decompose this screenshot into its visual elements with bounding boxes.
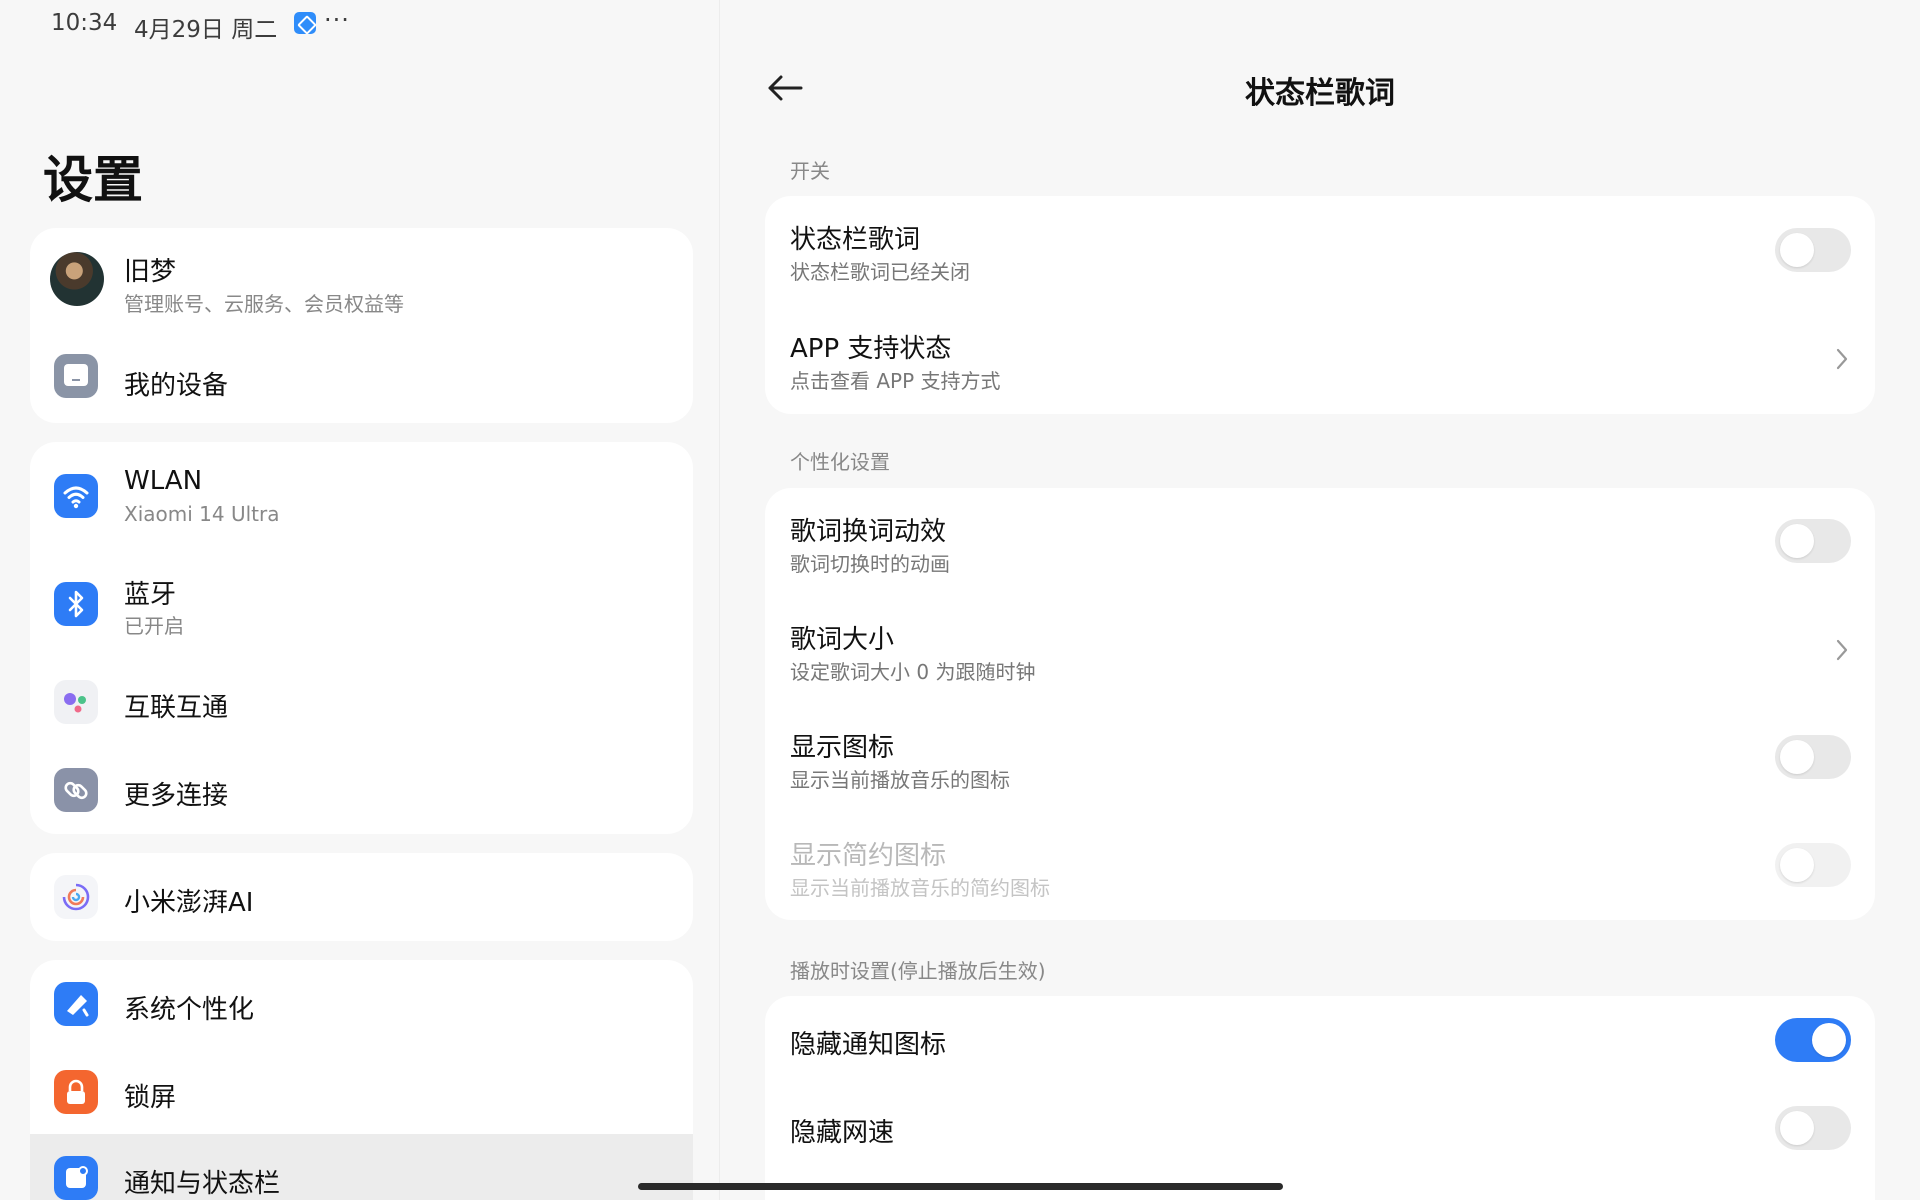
- connectivity-card: WLAN Xiaomi 14 Ultra 蓝牙 已开启 互联互通 更多连接: [30, 442, 693, 834]
- setting-hide-net-speed[interactable]: 隐藏网速: [765, 1084, 1875, 1172]
- setting-title: 隐藏网速: [790, 1118, 895, 1148]
- simple-icon-toggle: [1775, 843, 1851, 887]
- status-date: 4月29日 周二: [134, 17, 278, 43]
- personalization-card: 系统个性化 锁屏 通知与状态栏: [30, 960, 693, 1200]
- account-name: 旧梦: [124, 257, 177, 287]
- sidebar-item-label: 系统个性化: [124, 995, 255, 1025]
- device-icon: [54, 354, 98, 398]
- chevron-right-icon: [1836, 348, 1848, 370]
- sidebar-item-lock-screen[interactable]: 锁屏: [30, 1048, 693, 1136]
- section-header-playback: 播放时设置(停止播放后生效): [790, 959, 1046, 983]
- sidebar-item-notifications[interactable]: 通知与状态栏: [30, 1134, 693, 1200]
- wifi-icon: [54, 474, 98, 518]
- app-notification-icon: [294, 12, 316, 34]
- chevron-right-icon: [1836, 639, 1848, 661]
- setting-title: 显示简约图标: [790, 841, 947, 871]
- sidebar-item-label: 通知与状态栏: [124, 1169, 281, 1199]
- section-header-personalize: 个性化设置: [790, 450, 890, 474]
- section-header-switch: 开关: [790, 159, 830, 183]
- switch-card: 状态栏歌词 状态栏歌词已经关闭 APP 支持状态 点击查看 APP 支持方式: [765, 196, 1875, 414]
- statusbar-lyrics-toggle[interactable]: [1775, 228, 1851, 272]
- setting-show-icon[interactable]: 显示图标 显示当前播放音乐的图标: [765, 704, 1875, 812]
- setting-title: APP 支持状态: [790, 334, 952, 364]
- sidebar-item-label: 我的设备: [124, 371, 229, 401]
- avatar: [50, 252, 104, 306]
- account-card: 旧梦 管理账号、云服务、会员权益等 我的设备: [30, 228, 693, 423]
- sidebar-item-my-device[interactable]: 我的设备: [30, 332, 693, 423]
- setting-hide-notif-icon[interactable]: 隐藏通知图标: [765, 996, 1875, 1084]
- sidebar-item-bluetooth[interactable]: 蓝牙 已开启: [30, 550, 693, 658]
- setting-subtitle: 设定歌词大小 0 为跟随时钟: [790, 660, 1036, 684]
- sidebar-item-label: 蓝牙: [124, 580, 177, 610]
- ai-swirl-icon: [54, 875, 98, 919]
- sidebar-item-label: 更多连接: [124, 781, 229, 811]
- lock-icon: [54, 1070, 98, 1114]
- more-notifications-icon: ···: [324, 6, 350, 34]
- back-arrow-icon[interactable]: [765, 70, 805, 106]
- brush-icon: [54, 982, 98, 1026]
- bluetooth-status: 已开启: [124, 614, 184, 638]
- sidebar-item-interconnect[interactable]: 互联互通: [30, 658, 693, 746]
- status-time: 10:34: [51, 10, 118, 36]
- sidebar-item-label: 锁屏: [124, 1083, 177, 1113]
- sidebar-item-personalization[interactable]: 系统个性化: [30, 960, 693, 1048]
- link-icon: [54, 768, 98, 812]
- setting-title: 歌词大小: [790, 625, 895, 655]
- sidebar-item-wlan[interactable]: WLAN Xiaomi 14 Ultra: [30, 442, 693, 550]
- setting-word-effect[interactable]: 歌词换词动效 歌词切换时的动画: [765, 488, 1875, 596]
- setting-statusbar-lyrics[interactable]: 状态栏歌词 状态栏歌词已经关闭: [765, 196, 1875, 305]
- hide-net-speed-toggle[interactable]: [1775, 1106, 1851, 1150]
- bluetooth-icon: [54, 582, 98, 626]
- setting-subtitle: 状态栏歌词已经关闭: [790, 260, 970, 284]
- sidebar-item-label: 小米澎湃AI: [124, 888, 254, 918]
- show-icon-toggle[interactable]: [1775, 735, 1851, 779]
- setting-simple-icon: 显示简约图标 显示当前播放音乐的简约图标: [765, 812, 1875, 920]
- sidebar-item-label: WLAN: [124, 466, 203, 496]
- setting-subtitle: 点击查看 APP 支持方式: [790, 369, 1001, 393]
- setting-subtitle: 显示当前播放音乐的简约图标: [790, 876, 1050, 900]
- hide-notif-icon-toggle[interactable]: [1775, 1018, 1851, 1062]
- sidebar-item-label: 互联互通: [124, 693, 229, 723]
- sidebar-item-more-connections[interactable]: 更多连接: [30, 746, 693, 834]
- notification-icon: [54, 1156, 98, 1200]
- sidebar-item-ai[interactable]: 小米澎湃AI: [30, 853, 693, 941]
- settings-sidebar: 设置 旧梦 管理账号、云服务、会员权益等 我的设备 WLAN Xiaomi 14…: [0, 0, 720, 1200]
- setting-subtitle: 歌词切换时的动画: [790, 552, 950, 576]
- setting-subtitle: 显示当前播放音乐的图标: [790, 768, 1010, 792]
- setting-lyric-size[interactable]: 歌词大小 设定歌词大小 0 为跟随时钟: [765, 596, 1875, 704]
- setting-app-support[interactable]: APP 支持状态 点击查看 APP 支持方式: [765, 305, 1875, 414]
- home-indicator[interactable]: [638, 1183, 1283, 1190]
- account-subtitle: 管理账号、云服务、会员权益等: [124, 292, 404, 316]
- sidebar-title: 设置: [43, 151, 143, 209]
- setting-title: 歌词换词动效: [790, 517, 947, 547]
- setting-title: 显示图标: [790, 733, 895, 763]
- playback-card: 隐藏通知图标 隐藏网速: [765, 996, 1875, 1200]
- wlan-network-name: Xiaomi 14 Ultra: [124, 502, 280, 526]
- setting-title: 隐藏通知图标: [790, 1030, 947, 1060]
- sidebar-item-account[interactable]: 旧梦 管理账号、云服务、会员权益等: [30, 228, 693, 332]
- page-title: 状态栏歌词: [1245, 76, 1395, 111]
- interconnect-icon: [54, 680, 98, 724]
- ai-card: 小米澎湃AI: [30, 853, 693, 941]
- word-effect-toggle[interactable]: [1775, 519, 1851, 563]
- setting-title: 状态栏歌词: [790, 225, 921, 255]
- personalize-card: 歌词换词动效 歌词切换时的动画 歌词大小 设定歌词大小 0 为跟随时钟 显示图标…: [765, 488, 1875, 920]
